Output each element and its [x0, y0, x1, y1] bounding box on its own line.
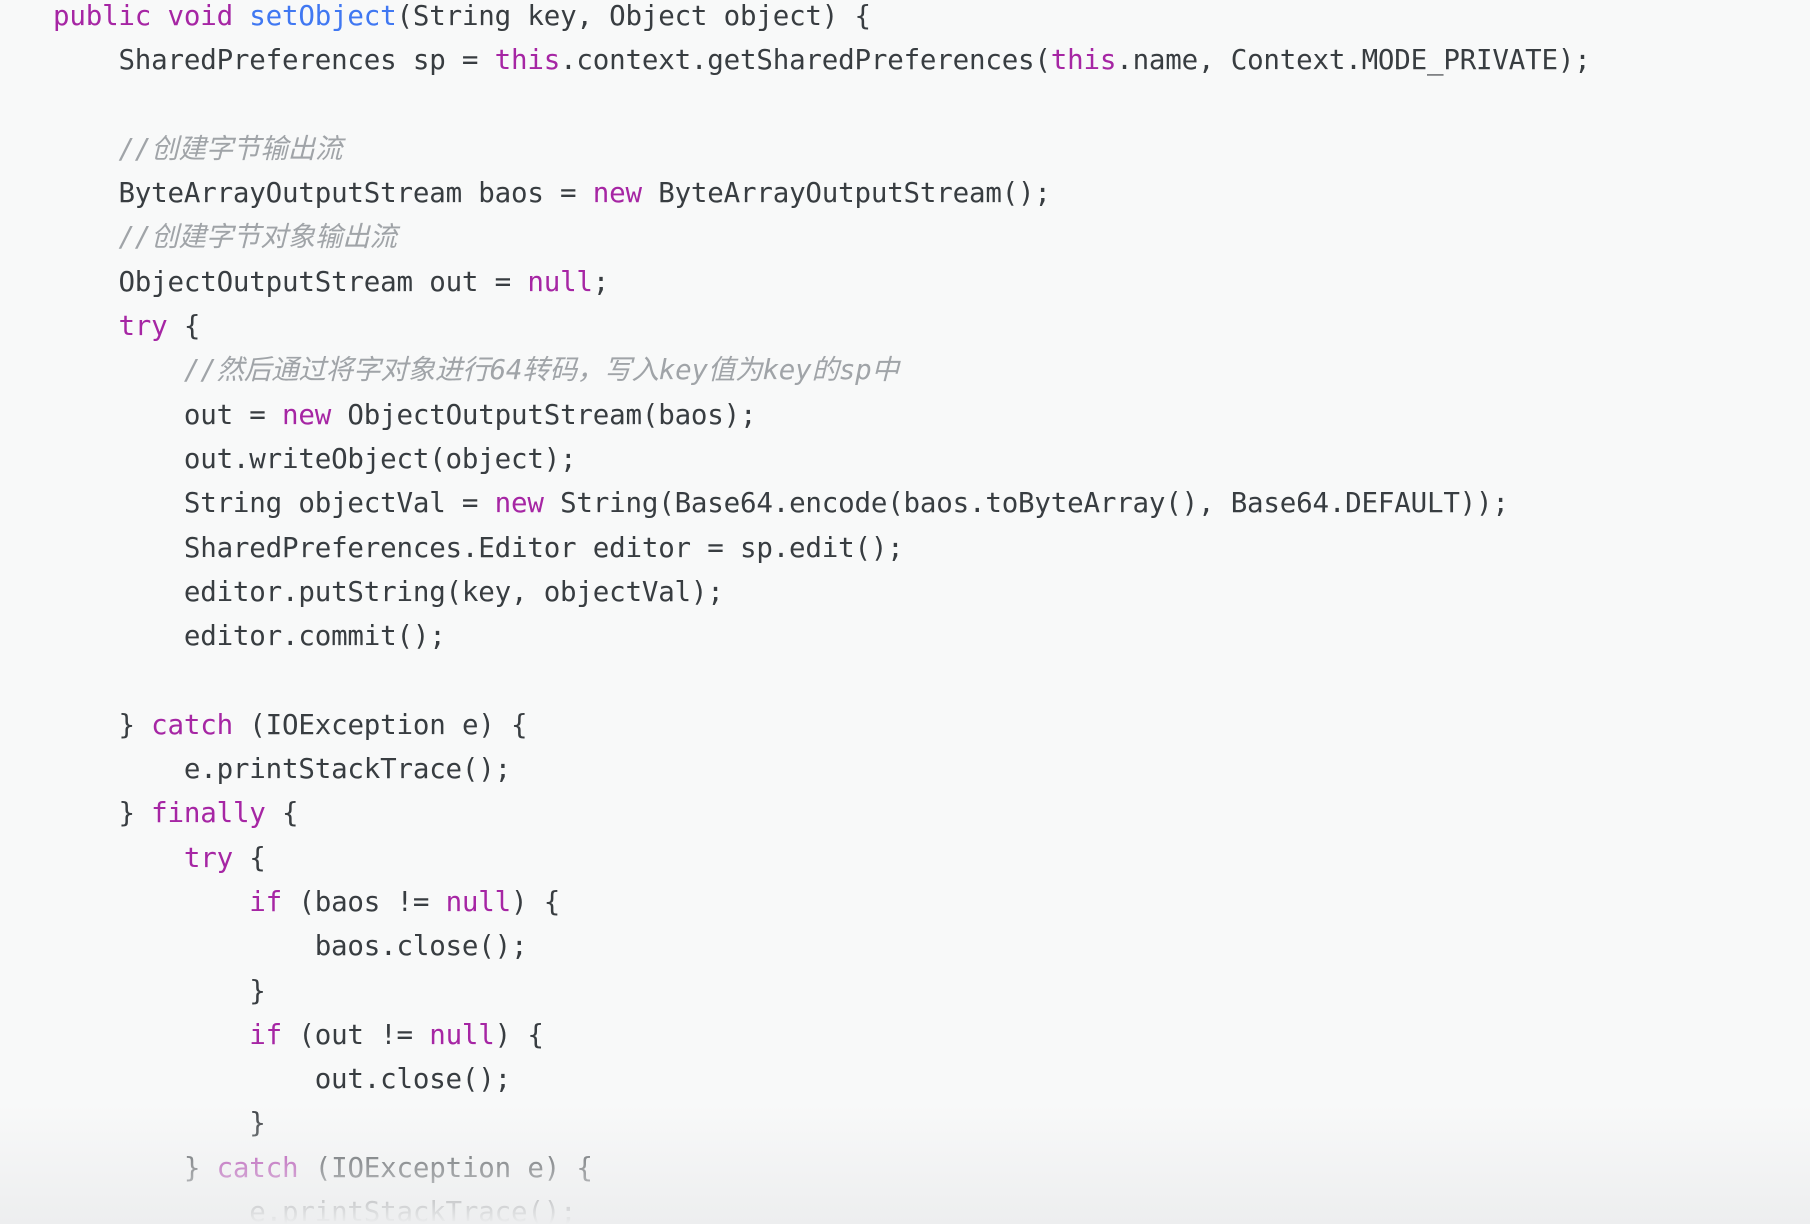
code-line: editor.putString(key, objectVal);	[0, 570, 1591, 614]
code-token: ) {	[511, 885, 561, 918]
code-token: }	[249, 974, 266, 1007]
code-token: new	[592, 177, 642, 210]
code-token: ;	[592, 265, 610, 298]
code-line: out = new ObjectOutputStream(baos);	[0, 393, 1591, 437]
code-line: SharedPreferences sp = this.context.getS…	[0, 38, 1591, 82]
code-viewer: public void setObject(String key, Object…	[0, 0, 1810, 1224]
code-token: new	[494, 487, 544, 520]
code-token: SharedPreferences sp =	[118, 44, 495, 77]
code-line: out.close();	[0, 1057, 1591, 1101]
code-token: }	[118, 708, 152, 741]
code-token: if	[249, 885, 282, 918]
code-token: catch	[216, 1151, 299, 1184]
code-token: try	[183, 841, 233, 874]
code-token: }	[249, 1107, 266, 1140]
code-token: out.writeObject(object);	[183, 442, 577, 475]
code-token: editor.commit();	[183, 620, 446, 653]
code-token: (IOException e) {	[298, 1151, 593, 1184]
code-token: out.close();	[314, 1063, 511, 1096]
code-line: //然后通过将字对象进行64转码，写入key值为key的sp中	[0, 348, 1591, 392]
code-token: .context.getSharedPreferences(	[560, 44, 1051, 77]
code-line: public void setObject(String key, Object…	[0, 0, 1591, 38]
code-token: ByteArrayOutputStream();	[641, 177, 1051, 210]
code-token: e.printStackTrace();	[249, 1196, 577, 1224]
code-token: (String key, Object object) {	[396, 0, 872, 32]
code-token: e.printStackTrace();	[183, 753, 511, 786]
code-token: if	[249, 1018, 282, 1051]
code-token: {	[232, 841, 266, 874]
code-token: (baos !=	[282, 885, 446, 918]
code-token: setObject	[249, 0, 397, 32]
code-token: //创建字节对象输出流	[118, 221, 397, 254]
code-token: void	[167, 0, 234, 32]
code-token: out =	[183, 398, 282, 431]
code-line: }	[0, 969, 1591, 1013]
code-token: (IOException e) {	[232, 708, 528, 741]
code-token: null	[429, 1018, 495, 1051]
code-line: e.printStackTrace();	[0, 747, 1591, 791]
code-token: String(Base64.encode(baos.toByteArray(),…	[543, 487, 1509, 520]
code-line: }	[0, 1101, 1591, 1145]
code-token: this	[1050, 44, 1117, 77]
code-line: } catch (IOException e) {	[0, 1146, 1591, 1190]
code-token: finally	[151, 797, 266, 830]
code-line: out.writeObject(object);	[0, 437, 1591, 481]
code-token: {	[167, 310, 201, 343]
code-line: } finally {	[0, 791, 1591, 835]
code-line: try {	[0, 836, 1591, 880]
code-line: e.printStackTrace();	[0, 1190, 1591, 1224]
code-token: new	[282, 398, 332, 431]
code-token: }	[118, 797, 152, 830]
code-line: editor.commit();	[0, 614, 1591, 658]
code-line: baos.close();	[0, 924, 1591, 968]
code-token: {	[265, 797, 299, 830]
code-token: null	[445, 885, 512, 918]
code-token: public	[53, 0, 152, 32]
code-token: catch	[151, 708, 233, 741]
code-line: String objectVal = new String(Base64.enc…	[0, 481, 1591, 525]
code-line: if (baos != null) {	[0, 880, 1591, 924]
code-token: this	[494, 44, 561, 77]
code-token: //创建字节输出流	[118, 132, 343, 165]
code-token: SharedPreferences.Editor editor = sp.edi…	[183, 531, 904, 564]
code-line: //创建字节输出流	[0, 127, 1591, 171]
code-token: (out !=	[282, 1018, 430, 1051]
code-line: if (out != null) {	[0, 1013, 1591, 1057]
code-token: ObjectOutputStream out =	[118, 265, 528, 298]
code-line: //创建字节对象输出流	[0, 215, 1591, 259]
code-token: ObjectOutputStream(baos);	[331, 398, 757, 431]
code-token: ByteArrayOutputStream baos =	[118, 177, 593, 210]
code-line: try {	[0, 304, 1591, 348]
code-listing[interactable]: public void setObject(String key, Object…	[0, 0, 1591, 1224]
code-line: } catch (IOException e) {	[0, 703, 1591, 747]
code-token: ) {	[494, 1018, 544, 1051]
code-token: try	[118, 310, 168, 343]
code-token: }	[183, 1151, 217, 1184]
code-line: SharedPreferences.Editor editor = sp.edi…	[0, 526, 1591, 570]
code-line: ByteArrayOutputStream baos = new ByteArr…	[0, 171, 1591, 215]
code-token: .name, Context.MODE_PRIVATE);	[1116, 44, 1591, 77]
code-line: ObjectOutputStream out = null;	[0, 260, 1591, 304]
code-token: String objectVal =	[183, 487, 495, 520]
code-token: editor.putString(key, objectVal);	[183, 575, 724, 608]
code-token: null	[527, 265, 593, 298]
code-token: //然后通过将字对象进行64转码，写入key值为key的sp中	[183, 354, 899, 387]
code-token: baos.close();	[314, 930, 528, 963]
